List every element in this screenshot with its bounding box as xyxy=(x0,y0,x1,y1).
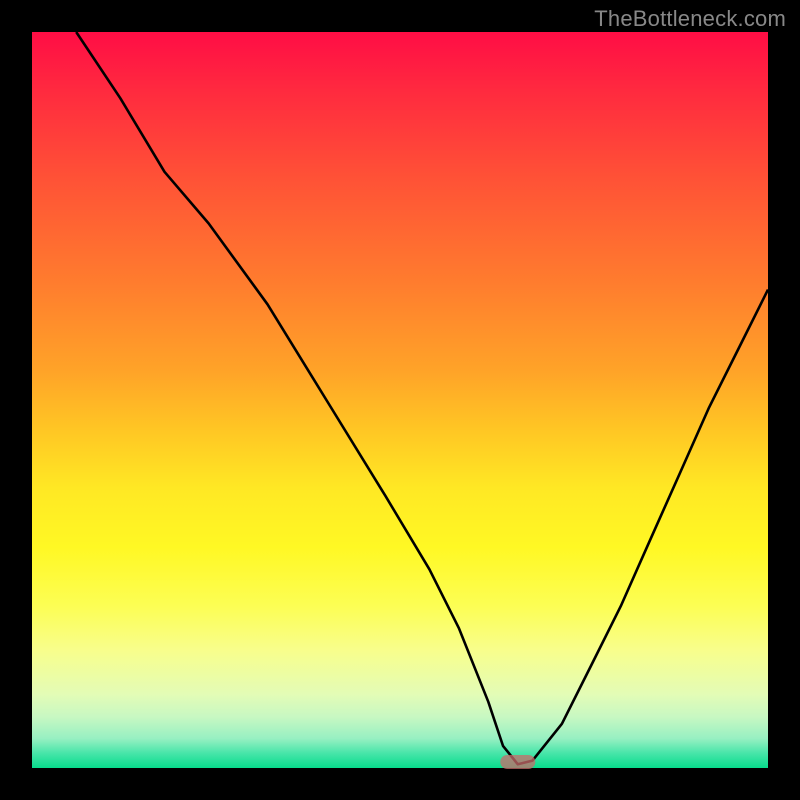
optimal-marker xyxy=(500,755,535,769)
watermark-text: TheBottleneck.com xyxy=(594,6,786,32)
bottleneck-curve-svg xyxy=(32,32,768,768)
plot-area xyxy=(32,32,768,768)
bottleneck-curve-path xyxy=(76,32,768,764)
